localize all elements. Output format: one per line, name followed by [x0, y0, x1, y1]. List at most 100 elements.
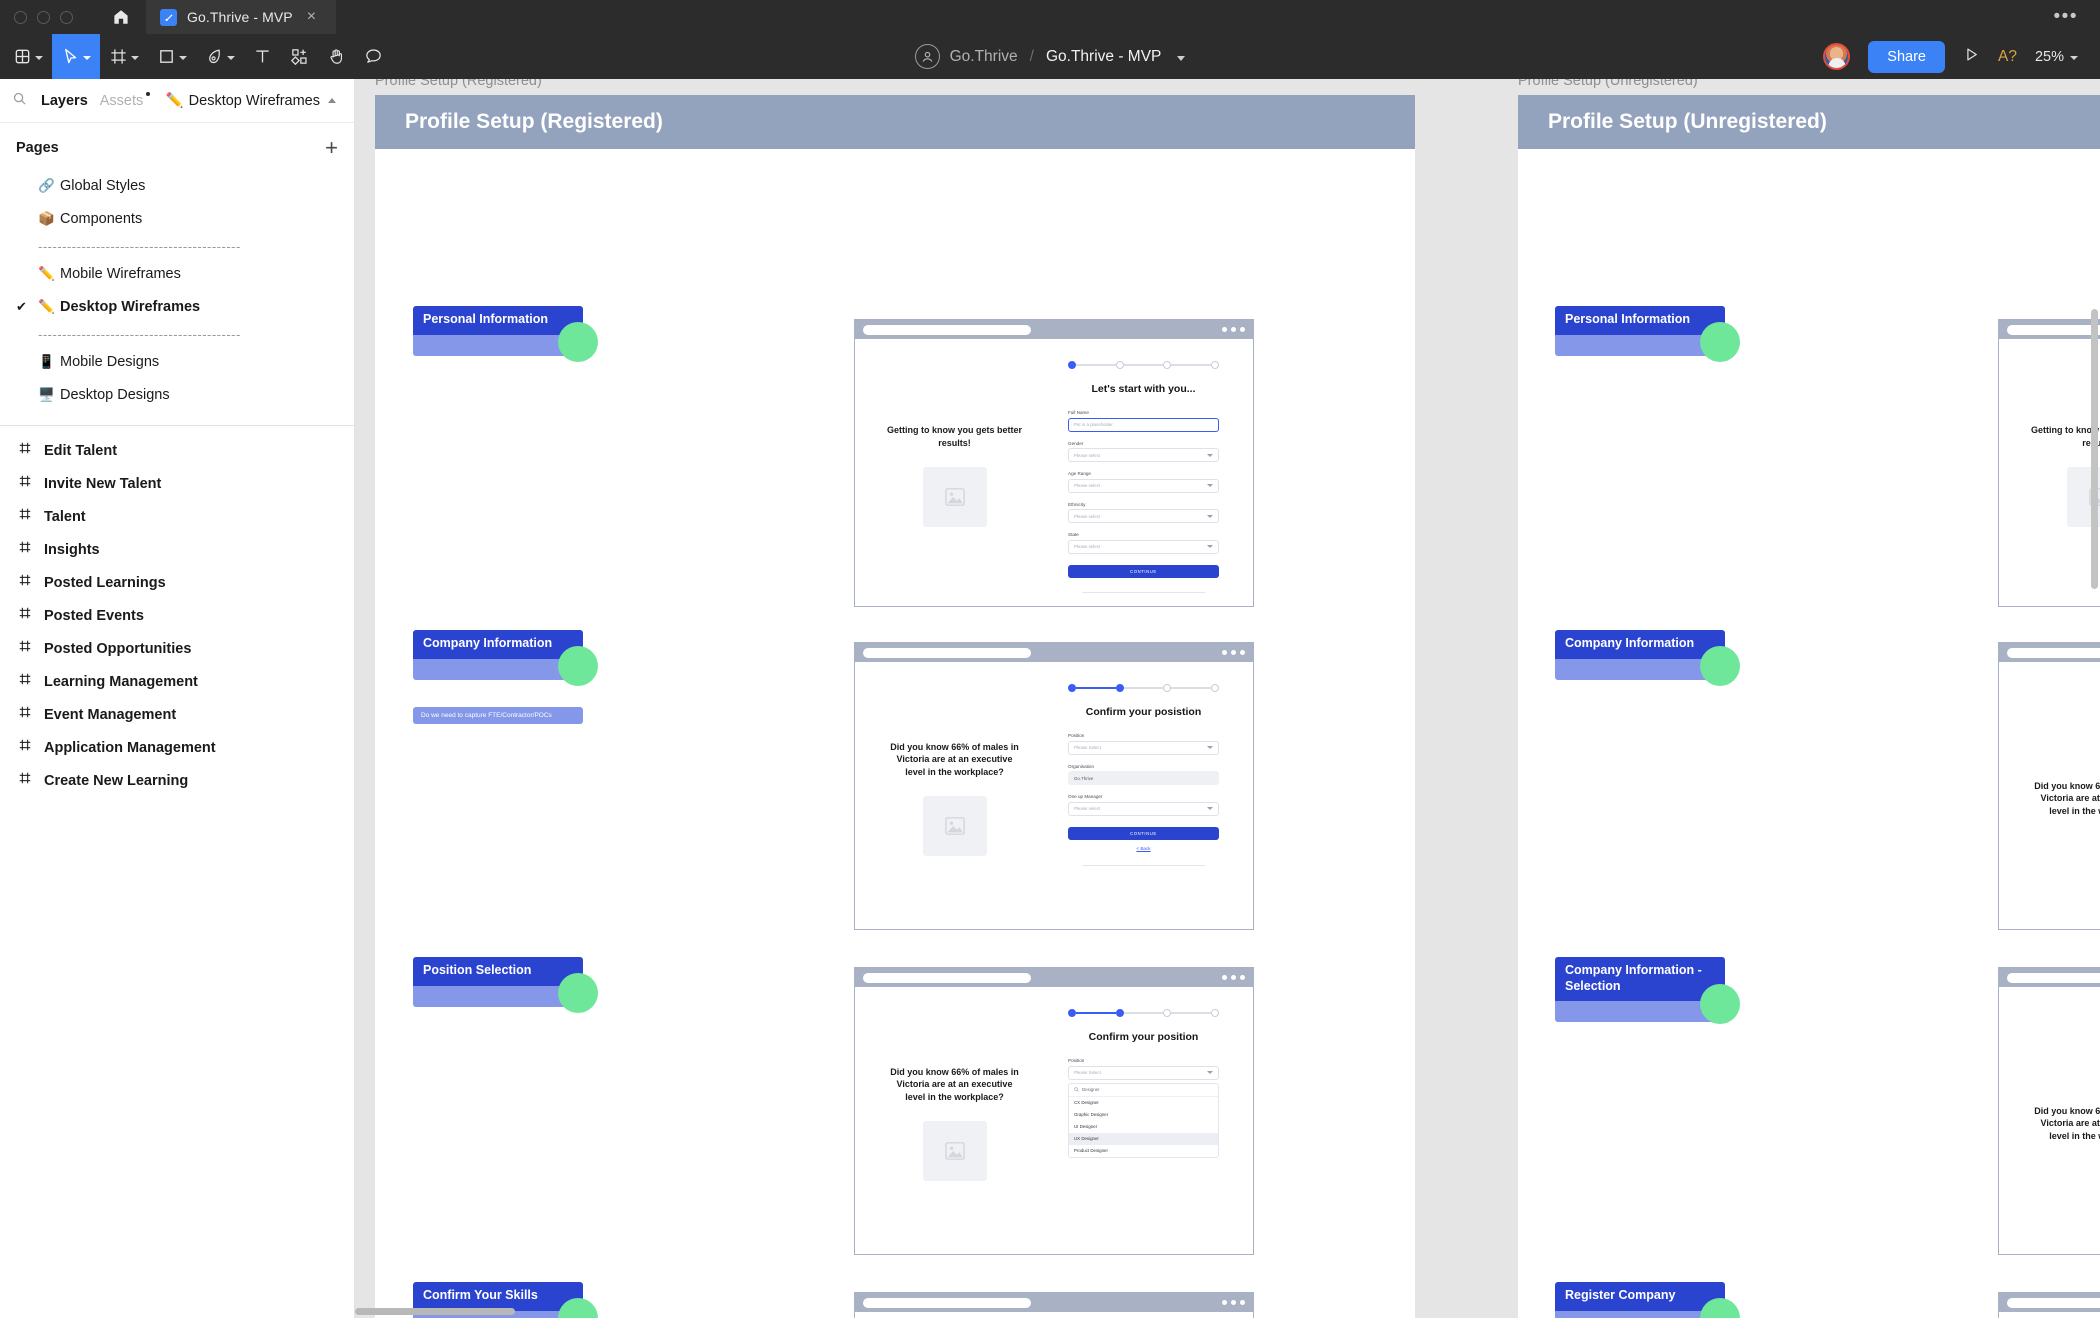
annotation-tag[interactable]: Company Information - Selection	[1555, 957, 1740, 1024]
canvas-vertical-scrollbar[interactable]	[2091, 309, 2098, 589]
chevron-down-icon[interactable]	[131, 55, 139, 60]
wireframe-company-selection-unregistered[interactable]: Did you know 66% of males in Victoria ar…	[1998, 967, 2100, 1255]
annotation-status-dot[interactable]	[558, 973, 598, 1013]
pen-tool[interactable]	[196, 34, 244, 79]
home-button[interactable]	[96, 0, 146, 34]
share-button[interactable]: Share	[1868, 40, 1945, 73]
layer-item[interactable]: Learning Management	[0, 665, 354, 698]
audio-toggle-button[interactable]: A?	[1998, 48, 2017, 66]
page-selector[interactable]: ✏️ Desktop Wireframes	[166, 92, 342, 109]
chevron-down-icon[interactable]	[179, 55, 187, 60]
annotation-tag[interactable]: Personal Information	[413, 306, 598, 362]
field-select[interactable]: Please select	[1068, 509, 1219, 524]
chevron-down-icon[interactable]	[227, 55, 235, 60]
zoom-control[interactable]: 25%	[2035, 49, 2078, 65]
dropdown-option-highlighted[interactable]: UX Designer	[1069, 1132, 1218, 1145]
design-canvas[interactable]: Profile Setup (Registered) Profile Setup…	[355, 79, 2100, 1318]
dropdown-option[interactable]: Product Designer	[1069, 1145, 1218, 1157]
wireframe-company-information[interactable]: Did you know 66% of males in Victoria ar…	[854, 642, 1254, 930]
annotation-tag[interactable]: Company Information	[1555, 630, 1740, 686]
wireframe-register-company[interactable]	[1998, 1292, 2100, 1318]
wireframe-position-selection[interactable]: Did you know 66% of males in Victoria ar…	[854, 967, 1254, 1255]
move-tool[interactable]	[52, 34, 100, 79]
window-traffic-lights[interactable]	[0, 0, 96, 34]
field-select[interactable]: Please select	[1068, 801, 1219, 816]
add-page-button[interactable]: +	[325, 137, 338, 159]
text-tool[interactable]	[244, 34, 281, 79]
page-item[interactable]: 📱 Mobile Designs	[0, 345, 354, 378]
page-item[interactable]: ✔ ✏️ Desktop Wireframes	[0, 290, 354, 323]
annotation-status-dot[interactable]	[1700, 984, 1740, 1024]
menu-tool[interactable]	[0, 34, 52, 79]
window-overflow-menu-icon[interactable]: •••	[2032, 0, 2100, 34]
close-window-button[interactable]	[14, 10, 27, 24]
chevron-down-icon[interactable]	[35, 55, 43, 60]
frame-tool[interactable]	[100, 34, 148, 79]
breadcrumb-file[interactable]: Go.Thrive - MVP	[1046, 48, 1161, 66]
close-tab-icon[interactable]: ×	[307, 9, 316, 25]
page-item[interactable]: 📦 Components	[0, 202, 354, 235]
annotation-status-dot[interactable]	[1700, 646, 1740, 686]
continue-button[interactable]: CONTINUE	[1068, 826, 1219, 840]
frame-label-registered[interactable]: Profile Setup (Registered)	[375, 79, 542, 89]
layer-item[interactable]: Create New Learning	[0, 764, 354, 797]
present-button[interactable]	[1963, 46, 1980, 68]
layer-item[interactable]: Posted Events	[0, 599, 354, 632]
wireframe-confirm-your-skills[interactable]: Confirm your skills and experience	[854, 1292, 1254, 1318]
comment-tool[interactable]	[355, 34, 392, 79]
wireframe-personal-information-unregistered[interactable]: Getting to know you gets better results!	[1998, 319, 2100, 607]
file-tab[interactable]: Go.Thrive - MVP ×	[146, 0, 336, 34]
field-input[interactable]: Go.Thrive	[1068, 771, 1219, 786]
account-circle-icon[interactable]	[914, 44, 940, 69]
dropdown-option[interactable]: UI Designer	[1069, 1121, 1218, 1133]
annotation-status-dot[interactable]	[558, 322, 598, 362]
page-item[interactable]: ✏️ Mobile Wireframes	[0, 257, 354, 290]
page-item[interactable]: 🖥️ Desktop Designs	[0, 378, 354, 411]
annotation-tag[interactable]: Register Company	[1555, 1282, 1740, 1318]
tab-assets[interactable]: Assets	[100, 91, 151, 109]
field-input[interactable]: Put in a placeholder	[1068, 417, 1219, 432]
minimize-window-button[interactable]	[37, 10, 50, 24]
layer-item[interactable]: Invite New Talent	[0, 467, 354, 500]
field-select[interactable]: Please Select	[1068, 1065, 1219, 1080]
annotation-tag[interactable]: Company Information Do we need to captur…	[413, 630, 598, 724]
avatar[interactable]	[1823, 43, 1851, 70]
back-link[interactable]: < Back	[1068, 846, 1219, 851]
layer-item[interactable]: Posted Opportunities	[0, 632, 354, 665]
maximize-window-button[interactable]	[60, 10, 73, 24]
page-label: Mobile Designs	[60, 353, 160, 370]
dropdown-search[interactable]: Designer	[1069, 1084, 1218, 1097]
field-select[interactable]: Please select	[1068, 539, 1219, 554]
wireframe-personal-information[interactable]: Getting to know you gets better results!	[854, 319, 1254, 607]
layer-item[interactable]: Application Management	[0, 731, 354, 764]
search-icon[interactable]	[12, 91, 27, 111]
chevron-down-icon[interactable]	[1177, 55, 1186, 61]
tab-layers[interactable]: Layers	[41, 93, 88, 109]
field-select[interactable]: Please select	[1068, 448, 1219, 463]
breadcrumb-org[interactable]: Go.Thrive	[950, 48, 1018, 66]
chevron-down-icon[interactable]	[2070, 55, 2078, 60]
wireframe-company-information-unregistered[interactable]: Did you know 66% of males in Victoria ar…	[1998, 642, 2100, 930]
annotation-tag[interactable]: Position Selection	[413, 957, 598, 1013]
field-select[interactable]: Please select	[1068, 478, 1219, 493]
annotation-tag[interactable]: Personal Information	[1555, 306, 1740, 362]
annotation-status-dot[interactable]	[558, 646, 598, 686]
chevron-down-icon[interactable]	[83, 55, 91, 60]
field-select[interactable]: Please Select	[1068, 740, 1219, 755]
layer-item[interactable]: Insights	[0, 533, 354, 566]
layer-item[interactable]: Posted Learnings	[0, 566, 354, 599]
position-dropdown-list[interactable]: Designer CX Designer Graphic Designer UI…	[1068, 1082, 1219, 1158]
page-item[interactable]: 🔗 Global Styles	[0, 169, 354, 202]
component-tool[interactable]	[281, 34, 318, 79]
continue-button[interactable]: CONTINUE	[1068, 564, 1219, 578]
layer-item[interactable]: Edit Talent	[0, 434, 354, 467]
annotation-status-dot[interactable]	[1700, 322, 1740, 362]
frame-label-unregistered[interactable]: Profile Setup (Unregistered)	[1518, 79, 1698, 89]
layer-item[interactable]: Talent	[0, 500, 354, 533]
layer-item[interactable]: Event Management	[0, 698, 354, 731]
canvas-horizontal-scrollbar[interactable]	[355, 1308, 515, 1315]
shape-tool[interactable]	[148, 34, 196, 79]
dropdown-option[interactable]: Graphic Designer	[1069, 1109, 1218, 1121]
hand-tool[interactable]	[318, 34, 355, 79]
dropdown-option[interactable]: CX Designer	[1069, 1097, 1218, 1109]
